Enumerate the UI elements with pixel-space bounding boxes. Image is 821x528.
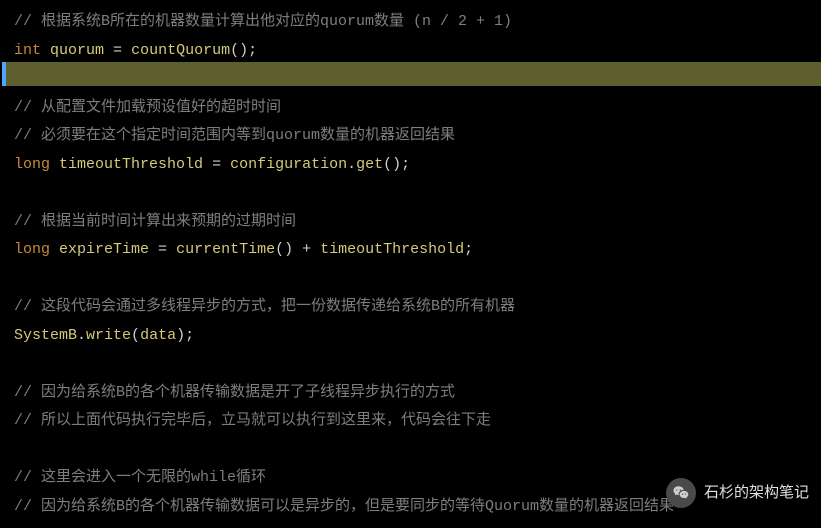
code-line: // 根据当前时间计算出来预期的过期时间: [14, 208, 807, 237]
code-line-blank: [14, 265, 807, 294]
keyword-long: long: [14, 241, 50, 258]
identifier: quorum: [50, 42, 104, 59]
punctuation: ;: [464, 241, 473, 258]
code-line: // 所以上面代码执行完毕后，立马就可以执行到这里来，代码会往下走: [14, 407, 807, 436]
function-call: currentTime: [176, 241, 275, 258]
identifier: expireTime: [59, 241, 149, 258]
identifier: timeoutThreshold: [59, 156, 203, 173]
function-call: get: [356, 156, 383, 173]
code-line: long expireTime = currentTime() + timeou…: [14, 236, 807, 265]
keyword-int: int: [14, 42, 41, 59]
identifier: data: [140, 327, 176, 344]
code-line: SystemB.write(data);: [14, 322, 807, 351]
punctuation: );: [176, 327, 194, 344]
code-line-blank: [14, 65, 807, 94]
code-line: long timeoutThreshold = configuration.ge…: [14, 151, 807, 180]
identifier: SystemB: [14, 327, 77, 344]
punctuation: ();: [230, 42, 257, 59]
operator: =: [104, 42, 131, 59]
comment: // 根据系统B所在的机器数量计算出他对应的quorum数量 (n / 2 + …: [14, 13, 512, 30]
function-call: write: [86, 327, 131, 344]
code-line: int quorum = countQuorum();: [14, 37, 807, 66]
code-line: // 必须要在这个指定时间范围内等到quorum数量的机器返回结果: [14, 122, 807, 151]
wechat-icon: [666, 478, 696, 508]
code-content: // 根据系统B所在的机器数量计算出他对应的quorum数量 (n / 2 + …: [14, 8, 807, 521]
operator: () +: [275, 241, 320, 258]
watermark-badge: 石杉的架构笔记: [666, 478, 809, 508]
operator: =: [149, 241, 176, 258]
comment: // 这里会进入一个无限的while循环: [14, 469, 266, 486]
comment: // 从配置文件加载预设值好的超时时间: [14, 99, 281, 116]
punctuation: (: [131, 327, 140, 344]
code-line: // 从配置文件加载预设值好的超时时间: [14, 94, 807, 123]
punctuation: .: [77, 327, 86, 344]
watermark-text: 石杉的架构笔记: [704, 479, 809, 508]
keyword-long: long: [14, 156, 50, 173]
identifier: timeoutThreshold: [320, 241, 464, 258]
comment: // 因为给系统B的各个机器传输数据是开了子线程异步执行的方式: [14, 384, 455, 401]
identifier: configuration: [230, 156, 347, 173]
punctuation: .: [347, 156, 356, 173]
code-editor: // 根据系统B所在的机器数量计算出他对应的quorum数量 (n / 2 + …: [0, 0, 821, 528]
code-line-blank: [14, 350, 807, 379]
comment: // 必须要在这个指定时间范围内等到quorum数量的机器返回结果: [14, 127, 455, 144]
comment: // 根据当前时间计算出来预期的过期时间: [14, 213, 296, 230]
operator: =: [203, 156, 230, 173]
code-line: // 根据系统B所在的机器数量计算出他对应的quorum数量 (n / 2 + …: [14, 8, 807, 37]
comment: // 所以上面代码执行完毕后，立马就可以执行到这里来，代码会往下走: [14, 412, 491, 429]
comment: // 这段代码会通过多线程异步的方式，把一份数据传递给系统B的所有机器: [14, 298, 515, 315]
code-line: // 因为给系统B的各个机器传输数据是开了子线程异步执行的方式: [14, 379, 807, 408]
comment: // 因为给系统B的各个机器传输数据可以是异步的，但是要同步的等待Quorum数…: [14, 498, 674, 515]
code-line: // 这段代码会通过多线程异步的方式，把一份数据传递给系统B的所有机器: [14, 293, 807, 322]
punctuation: ();: [383, 156, 410, 173]
function-call: countQuorum: [131, 42, 230, 59]
code-line-blank: [14, 179, 807, 208]
code-line-blank: [14, 436, 807, 465]
